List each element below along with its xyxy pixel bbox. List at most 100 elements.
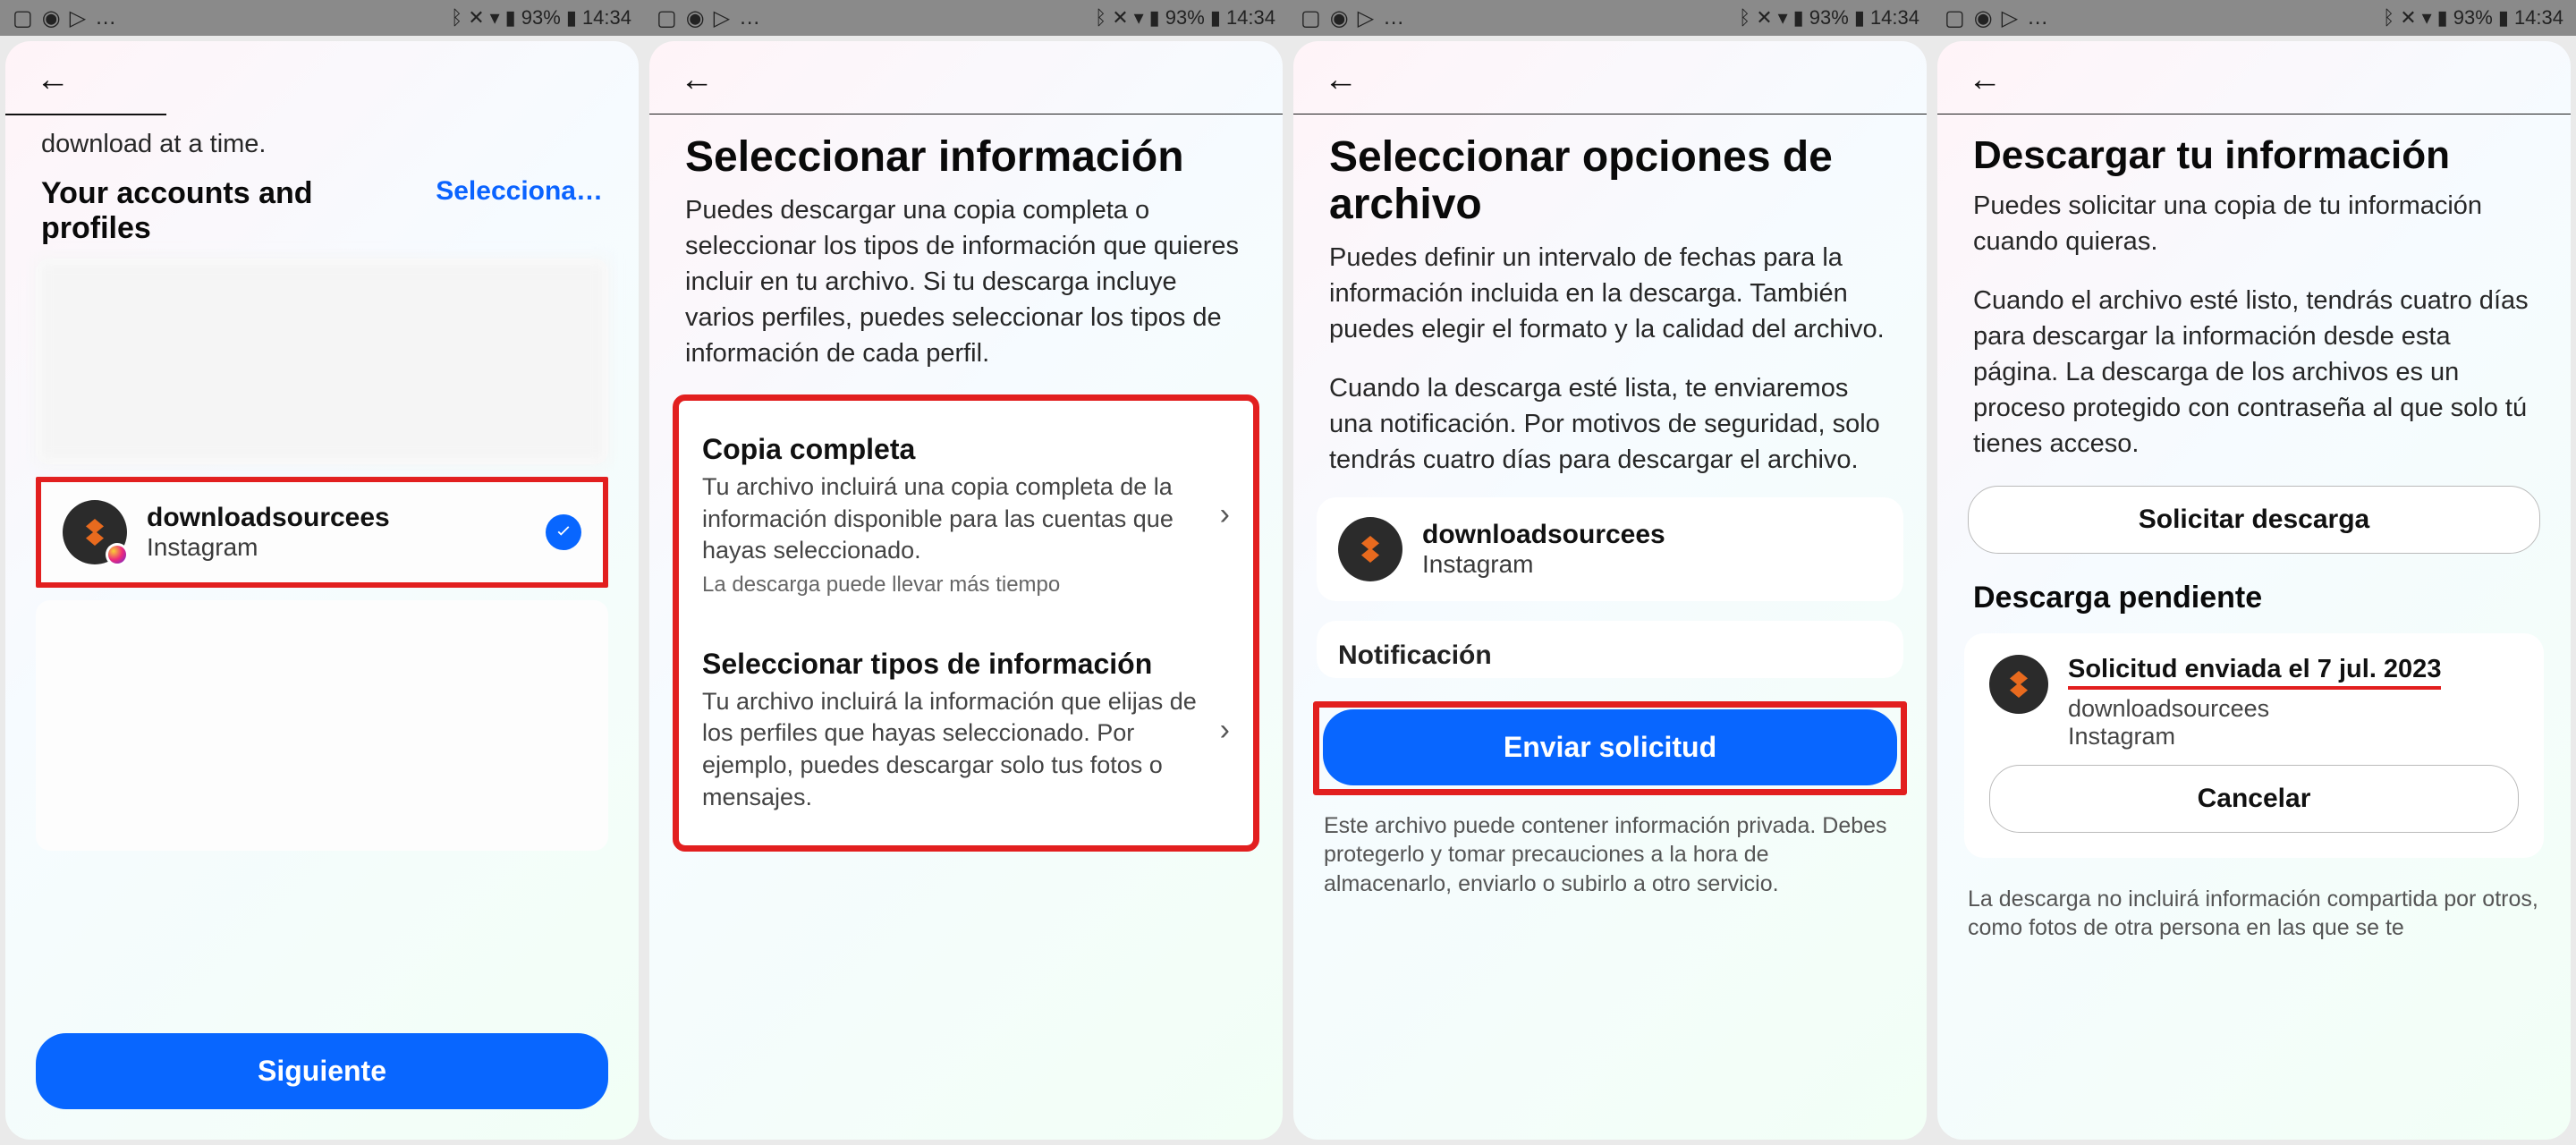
privacy-footer: Este archivo puede contener información … xyxy=(1293,799,1927,899)
accounts-heading: Your accounts and profiles xyxy=(41,176,417,246)
wifi-icon: ▾ xyxy=(2422,6,2432,30)
chevron-right-icon: › xyxy=(1220,497,1230,532)
option-desc: Tu archivo incluirá una copia completa d… xyxy=(702,471,1204,567)
card: ← download at a time. Your accounts and … xyxy=(5,41,639,1140)
pending-download-card: Solicitud enviada el 7 jul. 2023 downloa… xyxy=(1964,633,2544,858)
battery-percent: 93% xyxy=(1165,6,1205,30)
status-bar: ▢ ◉ ▷ … ᛒ ✕ ▾ ▮ 93% ▮ 14:34 xyxy=(1288,0,1932,36)
options-list: Copia completa Tu archivo incluirá una c… xyxy=(673,394,1259,852)
signal-icon: ▮ xyxy=(1793,6,1804,30)
battery-percent: 93% xyxy=(521,6,561,30)
bluetooth-icon: ᛒ xyxy=(1095,6,1106,30)
profile-row-selected[interactable]: downloadsourcees Instagram xyxy=(36,477,608,588)
paragraph-1: Puedes solicitar una copia de tu informa… xyxy=(1937,188,2571,259)
status-bar: ▢ ◉ ▷ … ᛒ ✕ ▾ ▮ 93% ▮ 14:34 xyxy=(1932,0,2576,36)
avatar xyxy=(63,500,127,564)
signal-icon: ▮ xyxy=(505,6,516,30)
paragraph-2: Cuando el archivo esté listo, tendrás cu… xyxy=(1937,259,2571,462)
cancel-button[interactable]: Cancelar xyxy=(1989,765,2519,833)
more-icon: … xyxy=(739,5,760,30)
back-button[interactable]: ← xyxy=(1968,61,2540,99)
more-icon: … xyxy=(2027,5,2048,30)
option-select-types[interactable]: Seleccionar tipos de información Tu arch… xyxy=(679,623,1253,839)
pending-profile-name: downloadsourcees xyxy=(2068,695,2519,723)
screen-download-your-info: ▢ ◉ ▷ … ᛒ ✕ ▾ ▮ 93% ▮ 14:34 ← Descargar … xyxy=(1932,0,2576,1145)
circle-icon: ◉ xyxy=(1974,5,1993,31)
next-button[interactable]: Siguiente xyxy=(36,1033,608,1109)
play-icon: ▷ xyxy=(70,5,86,31)
option-full-copy[interactable]: Copia completa Tu archivo incluirá una c… xyxy=(679,408,1253,623)
back-button[interactable]: ← xyxy=(1324,61,1896,99)
charging-icon: ▮ xyxy=(566,6,577,30)
page-title: Seleccionar opciones de archivo xyxy=(1293,122,1927,240)
gallery-icon: ▢ xyxy=(1301,5,1321,31)
pending-request-title: Solicitud enviada el 7 jul. 2023 xyxy=(2068,655,2441,690)
clock: 14:34 xyxy=(1870,6,1919,30)
intro-fragment: download at a time. xyxy=(5,126,639,162)
screen-archive-options: ▢ ◉ ▷ … ᛒ ✕ ▾ ▮ 93% ▮ 14:34 ← Selecciona… xyxy=(1288,0,1932,1145)
wifi-icon: ▾ xyxy=(1134,6,1144,30)
page-title: Seleccionar información xyxy=(649,122,1283,192)
download-footer: La descarga no incluirá información comp… xyxy=(1937,858,2571,943)
clock: 14:34 xyxy=(1226,6,1275,30)
screen-select-information: ▢ ◉ ▷ … ᛒ ✕ ▾ ▮ 93% ▮ 14:34 ← Selecciona… xyxy=(644,0,1288,1145)
bluetooth-icon: ᛒ xyxy=(2383,6,2394,30)
option-title: Copia completa xyxy=(702,433,1204,466)
back-button[interactable]: ← xyxy=(680,61,1252,99)
vibrate-icon: ✕ xyxy=(1112,6,1128,30)
avatar xyxy=(1989,655,2048,714)
charging-icon: ▮ xyxy=(1854,6,1865,30)
card: ← Seleccionar información Puedes descarg… xyxy=(649,41,1283,1140)
gallery-icon: ▢ xyxy=(1945,5,1965,31)
battery-percent: 93% xyxy=(2453,6,2493,30)
request-download-button[interactable]: Solicitar descarga xyxy=(1968,486,2540,554)
option-desc: Tu archivo incluirá la información que e… xyxy=(702,686,1204,814)
vibrate-icon: ✕ xyxy=(468,6,484,30)
clock: 14:34 xyxy=(2514,6,2563,30)
charging-icon: ▮ xyxy=(1210,6,1221,30)
status-bar: ▢ ◉ ▷ … ᛒ ✕ ▾ ▮ 93% ▮ 14:34 xyxy=(0,0,644,36)
page-intro: Puedes descargar una copia completa o se… xyxy=(649,192,1283,371)
divider xyxy=(5,114,166,115)
blurred-profile xyxy=(36,259,608,464)
play-icon: ▷ xyxy=(1358,5,1374,31)
send-request-button[interactable]: Enviar solicitud xyxy=(1323,709,1897,785)
check-icon xyxy=(546,514,581,550)
screen-accounts-profiles: ▢ ◉ ▷ … ᛒ ✕ ▾ ▮ 93% ▮ 14:34 ← download a… xyxy=(0,0,644,1145)
play-icon: ▷ xyxy=(2002,5,2018,31)
vibrate-icon: ✕ xyxy=(1756,6,1772,30)
wifi-icon: ▾ xyxy=(1778,6,1788,30)
clock: 14:34 xyxy=(582,6,631,30)
chevron-right-icon: › xyxy=(1220,713,1230,748)
back-button[interactable]: ← xyxy=(36,61,608,99)
pending-profile-platform: Instagram xyxy=(2068,723,2519,751)
charging-icon: ▮ xyxy=(2498,6,2509,30)
profile-name: downloadsourcees xyxy=(1422,520,1882,550)
gallery-icon: ▢ xyxy=(657,5,677,31)
option-title: Seleccionar tipos de información xyxy=(702,648,1204,681)
page-title: Descargar tu información xyxy=(1937,122,2571,188)
wifi-icon: ▾ xyxy=(490,6,500,30)
paragraph-1: Puedes definir un intervalo de fechas pa… xyxy=(1293,240,1927,347)
bluetooth-icon: ᛒ xyxy=(451,6,462,30)
profile-platform: Instagram xyxy=(147,533,526,562)
option-note: La descarga puede llevar más tiempo xyxy=(702,572,1204,598)
card: ← Descargar tu información Puedes solici… xyxy=(1937,41,2571,1140)
select-all-link[interactable]: Selecciona… xyxy=(436,176,603,207)
battery-percent: 93% xyxy=(1809,6,1849,30)
more-icon: … xyxy=(1383,5,1404,30)
paragraph-2: Cuando la descarga esté lista, te enviar… xyxy=(1293,347,1927,478)
send-request-highlight: Enviar solicitud xyxy=(1313,701,1907,795)
notification-section[interactable]: Notificación xyxy=(1317,621,1903,678)
profile-platform: Instagram xyxy=(1422,550,1882,579)
signal-icon: ▮ xyxy=(2437,6,2448,30)
bluetooth-icon: ᛒ xyxy=(1739,6,1750,30)
selected-profile-card[interactable]: downloadsourcees Instagram xyxy=(1317,497,1903,601)
pending-heading: Descarga pendiente xyxy=(1937,554,2571,619)
card: ← Seleccionar opciones de archivo Puedes… xyxy=(1293,41,1927,1140)
more-icon: … xyxy=(95,5,116,30)
circle-icon: ◉ xyxy=(42,5,61,31)
signal-icon: ▮ xyxy=(1149,6,1160,30)
circle-icon: ◉ xyxy=(1330,5,1349,31)
instagram-badge-icon xyxy=(106,543,129,566)
